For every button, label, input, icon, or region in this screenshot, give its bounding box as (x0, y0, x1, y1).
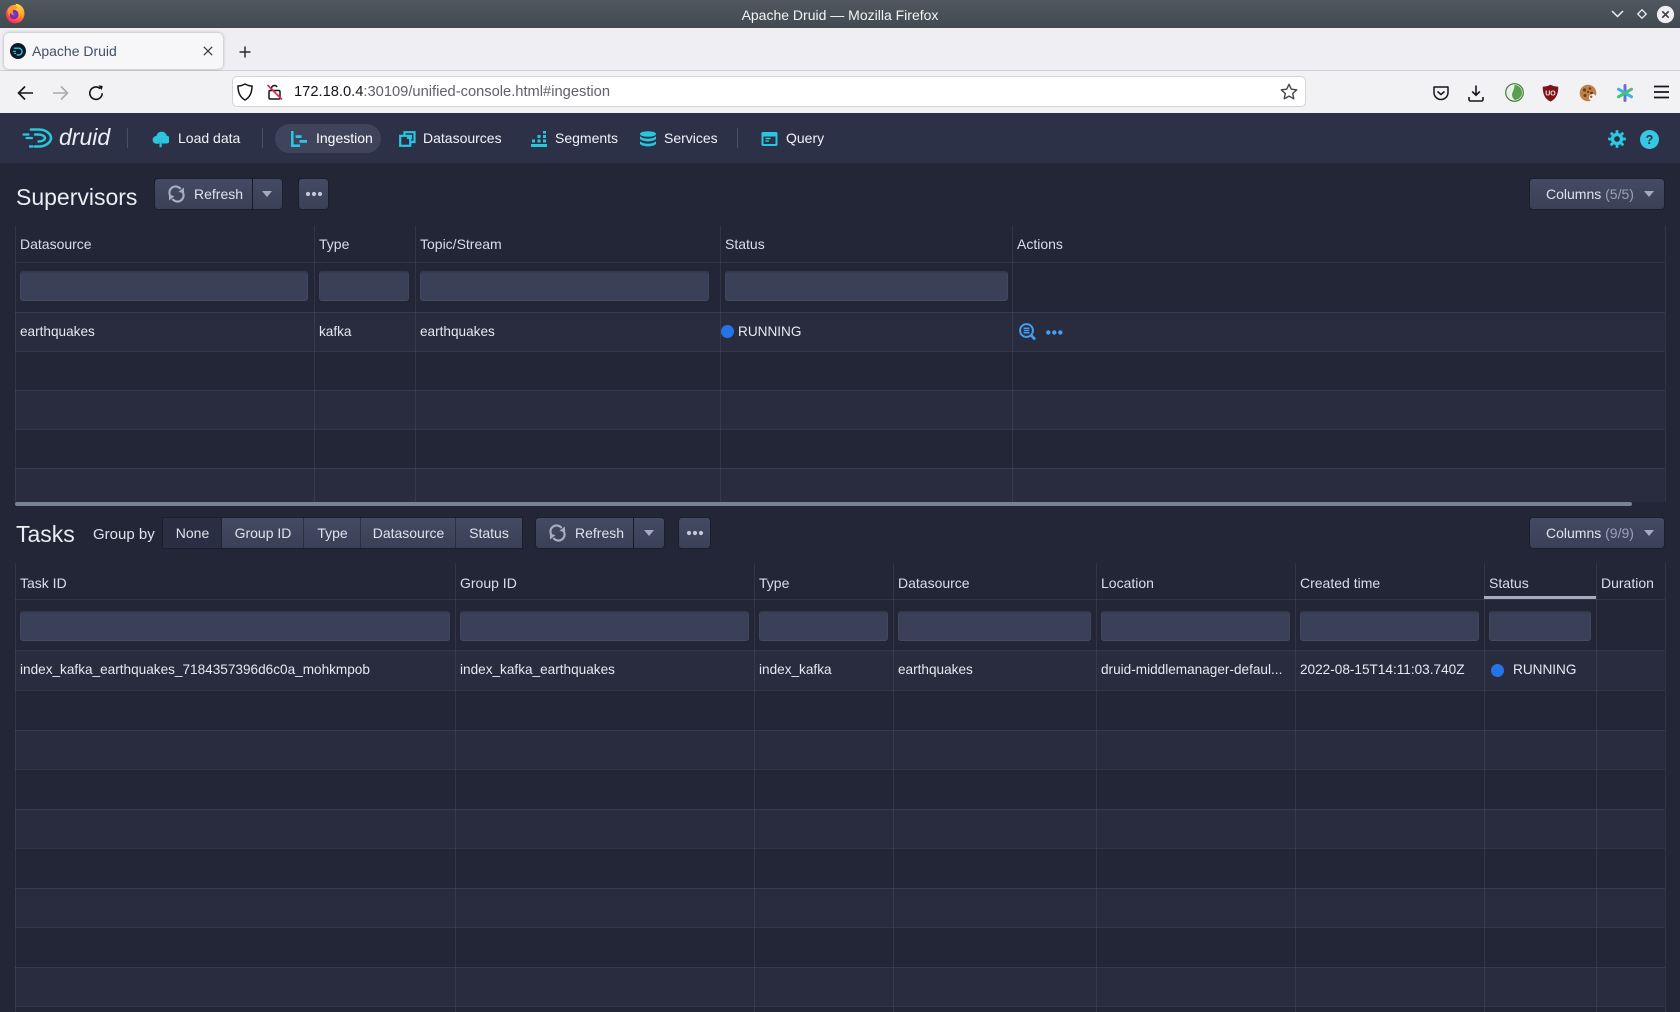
svg-text:UO: UO (1545, 91, 1556, 98)
svg-text:?: ? (1646, 133, 1654, 147)
